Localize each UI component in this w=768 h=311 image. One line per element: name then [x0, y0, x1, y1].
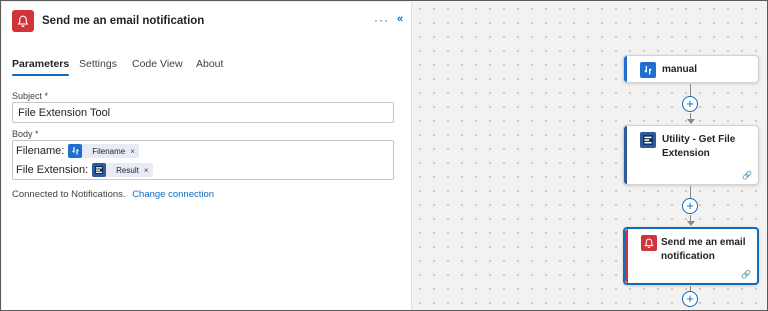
- connector-arrow: [687, 119, 695, 124]
- result-token[interactable]: Result ×: [92, 163, 153, 177]
- flow-node-manual[interactable]: manual: [623, 55, 759, 83]
- body-line-extension: File Extension: Result ×: [16, 163, 153, 177]
- subject-label: Subject *: [12, 91, 49, 101]
- connector-line: [690, 84, 691, 96]
- link-icon: 🔗: [742, 171, 752, 180]
- remove-filename-token-button[interactable]: ×: [130, 147, 135, 156]
- connector-arrow: [687, 221, 695, 226]
- connection-status: Connected to Notifications. Change conne…: [12, 189, 214, 200]
- node-accent-bar: [624, 56, 627, 82]
- flow-node-send-email[interactable]: Send me an email notification 🔗: [623, 227, 759, 285]
- body-label: Body *: [12, 129, 39, 139]
- node-title: Send me an email notification: [661, 237, 746, 262]
- tab-code-view[interactable]: Code View: [132, 58, 183, 70]
- node-title: Utility - Get File Extension: [662, 134, 736, 159]
- connection-text: Connected to Notifications.: [12, 189, 126, 200]
- subject-input[interactable]: File Extension Tool: [12, 102, 394, 123]
- tab-about[interactable]: About: [196, 58, 223, 70]
- utility-icon: [92, 163, 107, 177]
- node-title: manual: [662, 64, 698, 75]
- manual-trigger-icon: [640, 62, 656, 78]
- body-text-filename: Filename:: [16, 145, 65, 157]
- node-accent-bar: [624, 126, 627, 184]
- node-accent-bar: [625, 229, 628, 283]
- flow-node-utility[interactable]: Utility - Get File Extension 🔗: [623, 125, 759, 185]
- filename-token-label: Filename: [92, 146, 126, 156]
- utility-icon: [640, 132, 656, 148]
- link-icon: 🔗: [741, 270, 751, 279]
- result-token-label: Result: [116, 165, 139, 175]
- more-options-button[interactable]: ···: [374, 13, 389, 27]
- flow-canvas[interactable]: manual + ⋮ Utility - Get File Extension …: [413, 2, 767, 310]
- app-frame: Send me an email notification ··· « Para…: [0, 0, 768, 311]
- action-config-panel: Send me an email notification ··· « Para…: [2, 2, 412, 310]
- body-text-extension: File Extension:: [16, 164, 89, 176]
- bell-icon: [12, 10, 34, 32]
- filename-token[interactable]: Filename ×: [68, 144, 139, 158]
- panel-header: Send me an email notification ··· «: [2, 2, 412, 40]
- body-line-filename: Filename: Filename ×: [16, 144, 139, 158]
- change-connection-link[interactable]: Change connection: [132, 189, 214, 200]
- add-step-button[interactable]: +: [682, 198, 698, 214]
- body-input[interactable]: Filename: Filename × File Extension: Res…: [12, 140, 394, 180]
- add-step-button[interactable]: +: [682, 291, 698, 307]
- tab-parameters[interactable]: Parameters: [12, 58, 70, 76]
- panel-title: Send me an email notification: [42, 15, 205, 27]
- remove-result-token-button[interactable]: ×: [144, 166, 149, 175]
- add-step-button[interactable]: +: [682, 96, 698, 112]
- tab-settings[interactable]: Settings: [79, 58, 117, 70]
- connector-line: [690, 186, 691, 198]
- collapse-panel-button[interactable]: «: [397, 13, 403, 25]
- bell-icon: [641, 235, 657, 251]
- manual-trigger-icon: [68, 144, 83, 158]
